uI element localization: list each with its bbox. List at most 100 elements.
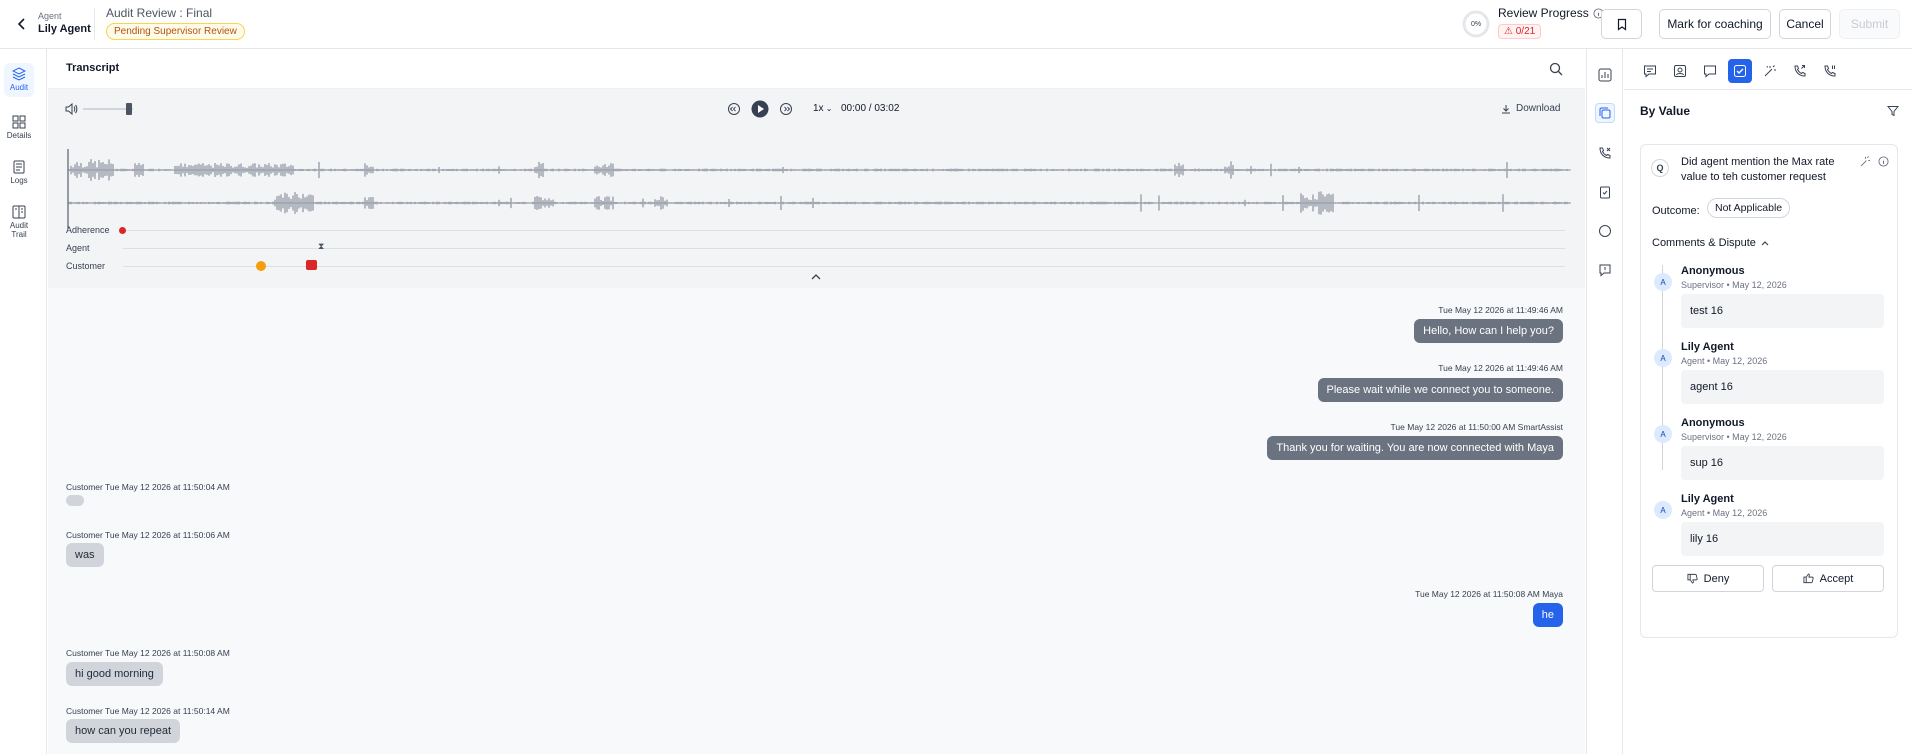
deny-label: Deny [1703,572,1730,585]
track-customer-label: Customer [66,261,106,271]
back-arrow-icon[interactable] [12,14,32,34]
call-transfer-icon[interactable] [1595,143,1615,163]
speed-value: 1x [813,103,824,114]
comment-meta: Supervisor • May 12, 2026 [1681,280,1787,290]
customer-message-bubble: how can you repeat [66,719,181,743]
thumbs-up-icon [1803,573,1814,584]
comment-body: agent 16 [1681,370,1884,404]
bookmark-icon [1617,18,1626,31]
avatar: A [1654,501,1672,519]
comment-body: test 16 [1681,294,1884,328]
deny-button[interactable]: Deny [1652,565,1764,592]
sparkle-icon[interactable] [1860,156,1871,167]
analytics-icon[interactable] [1595,65,1615,85]
track-agent-line [123,248,1565,249]
info-icon[interactable] [1878,156,1889,167]
tab-magic-icon[interactable] [1758,59,1782,83]
search-icon[interactable] [1549,62,1563,76]
comment-author: Anonymous [1681,265,1745,277]
rewind-icon[interactable] [727,102,741,116]
nav-audit-label: Audit [9,83,29,92]
chevron-down-icon: ⌄ [823,104,833,113]
chat-bubble-icon[interactable] [1595,221,1615,241]
download-icon [1502,104,1510,113]
tool-icon-bar [1586,49,1623,754]
forward-icon[interactable] [779,102,793,116]
comment-meta: Agent • May 12, 2026 [1681,356,1768,366]
customer-message-bubble [66,495,84,506]
outcome-value-pill[interactable]: Not Applicable [1707,198,1791,218]
nav-audit-trail[interactable]: Audit Trail [4,201,34,243]
tab-call-hold-icon[interactable] [1818,59,1842,83]
agent-message-bubble: Hello, How can I help you? [1414,319,1563,343]
tabs-divider [1624,89,1912,90]
agent-info: Agent Lily Agent [38,11,91,35]
copy-icon[interactable] [1595,103,1615,123]
download-button[interactable]: Download [1501,103,1560,114]
status-badge: Pending Supervisor Review [106,23,245,40]
message-meta: Tue May 12 2026 at 11:49:46 AM [1438,305,1563,315]
comment-body: lily 16 [1681,522,1884,556]
play-icon[interactable] [751,100,769,118]
thumbs-down-icon [1687,573,1698,584]
volume-icon[interactable] [65,103,78,115]
comment-meta: Supervisor • May 12, 2026 [1681,432,1787,442]
message-meta: Tue May 12 2026 at 11:50:00 AM SmartAssi… [1390,422,1563,432]
waveform[interactable] [54,149,1584,229]
emoji-icon[interactable] [256,261,266,271]
tab-checklist-icon[interactable] [1728,59,1752,83]
nav-audit[interactable]: Audit [4,63,34,97]
tab-call-icon[interactable] [1788,59,1812,83]
top-bar: Agent Lily Agent Audit Review : Final Pe… [0,0,1912,49]
bookmark-button[interactable] [1601,9,1642,39]
layers-icon [12,67,26,81]
message-meta: Customer Tue May 12 2026 at 11:50:04 AM [66,482,230,492]
tab-contact-icon[interactable] [1668,59,1692,83]
message-meta: Tue May 12 2026 at 11:50:08 AM Maya [1415,589,1563,599]
speed-select[interactable]: 1x ⌄ [813,103,833,114]
audio-player: 1x ⌄ 00:00 / 03:02 Download Adherence Ag… [48,89,1585,288]
track-adherence-line [123,230,1565,231]
flag-marker-icon[interactable] [306,260,317,270]
right-panel: By Value Q Did agent mention the Max rat… [1624,49,1912,754]
customer-message-bubble: hi good morning [66,662,163,686]
clipboard-check-icon[interactable] [1595,182,1615,202]
mark-for-coaching-button[interactable]: Mark for coaching [1659,9,1771,39]
comment-author: Lily Agent [1681,493,1734,505]
agent-message-bubble: he [1532,603,1563,627]
cancel-button[interactable]: Cancel [1779,9,1831,39]
hourglass-icon[interactable]: ⧗ [318,241,324,252]
accept-button[interactable]: Accept [1772,565,1884,592]
tab-messages-icon[interactable] [1638,59,1662,83]
nav-details-label: Details [6,131,32,140]
comment-body: sup 16 [1681,446,1884,480]
left-nav: Audit Details Logs Audit Trail [0,49,47,754]
nav-details[interactable]: Details [4,111,34,145]
transcript-header: Transcript [48,49,1585,89]
feedback-icon[interactable] [1595,260,1615,280]
review-progress-count-text: 0/21 [1515,26,1536,37]
chat-messages: Tue May 12 2026 at 11:49:46 AM Hello, Ho… [48,288,1585,754]
track-customer-line [123,266,1565,267]
review-progress-title: Review Progress [1498,6,1604,20]
question-text: Did agent mention the Max rate value to … [1681,156,1835,183]
message-meta: Customer Tue May 12 2026 at 11:50:08 AM [66,648,230,658]
agent-message-bubble: Thank you for waiting. You are now conne… [1267,436,1563,460]
message-meta: Customer Tue May 12 2026 at 11:50:06 AM [66,530,230,540]
collapse-chevron-icon[interactable] [811,273,821,281]
warning-icon: ⚠ [1504,26,1513,37]
review-progress-count: ⚠ 0/21 [1498,24,1542,39]
tab-comment-icon[interactable] [1698,59,1722,83]
adherence-marker[interactable] [119,227,126,234]
playback-time: 00:00 / 03:02 [841,103,900,114]
track-agent-label: Agent [66,243,90,253]
volume-handle[interactable] [126,103,132,115]
divider [94,8,95,40]
comments-dispute-toggle[interactable]: Comments & Dispute [1652,237,1769,249]
message-meta: Tue May 12 2026 at 11:49:46 AM [1438,363,1563,373]
avatar: A [1654,273,1672,291]
submit-button[interactable]: Submit [1839,9,1900,39]
message-meta: Customer Tue May 12 2026 at 11:50:14 AM [66,706,230,716]
filter-icon[interactable] [1887,105,1899,117]
nav-logs[interactable]: Logs [4,156,34,190]
